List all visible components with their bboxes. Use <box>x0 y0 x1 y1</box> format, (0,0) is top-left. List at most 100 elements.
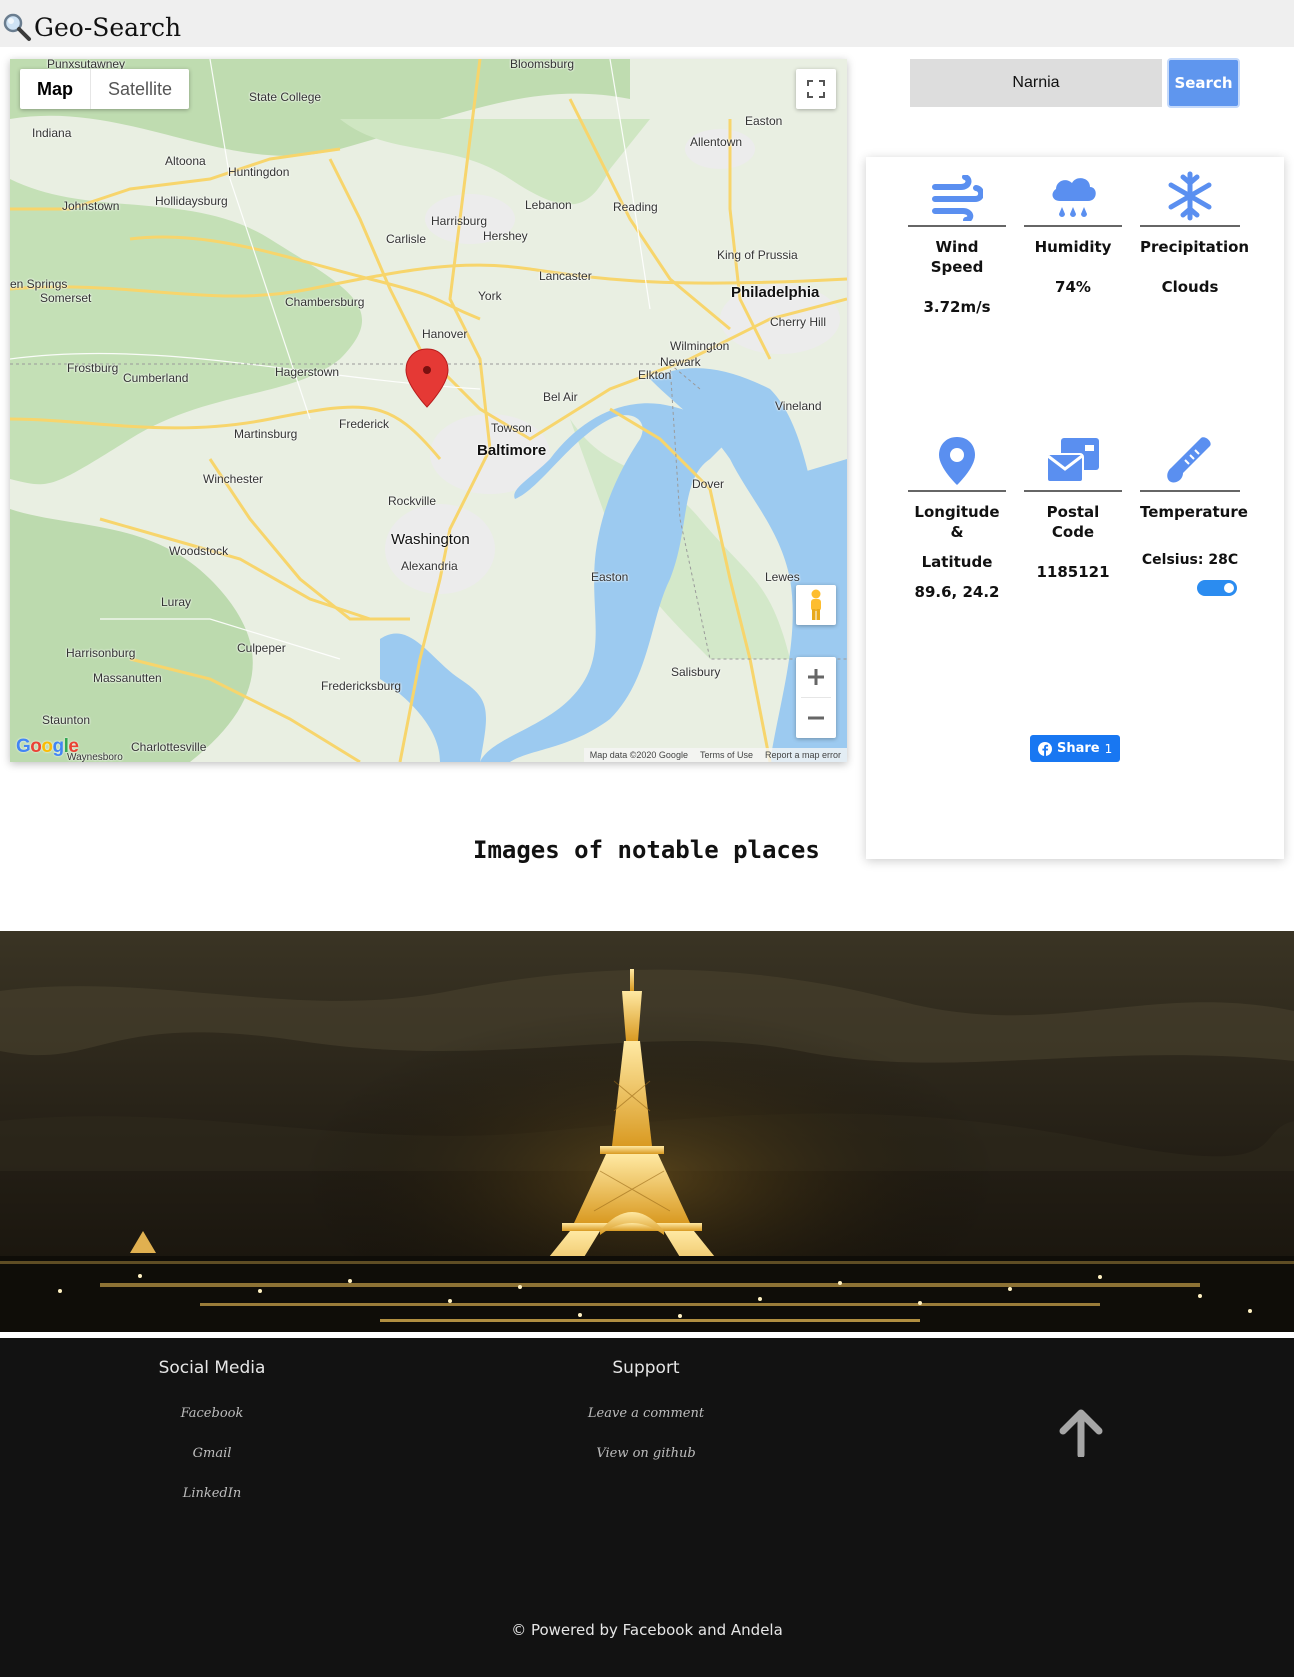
place-label: Huntingdon <box>228 165 290 179</box>
place-label: Luray <box>161 595 192 609</box>
place-label: Charlottesville <box>131 740 207 754</box>
footer-social-column: Social Media Facebook Gmail LinkedIn <box>112 1358 312 1514</box>
zoom-in-button[interactable] <box>796 657 836 697</box>
stat-icon-wrap <box>1024 428 1122 492</box>
place-label: Bel Air <box>543 390 578 404</box>
facebook-icon <box>1038 741 1052 756</box>
place-label: Woodstock <box>169 544 229 558</box>
place-label: Lewes <box>765 570 800 584</box>
place-label: Washington <box>391 531 470 548</box>
place-label: Altoona <box>165 154 206 168</box>
footer: Social Media Facebook Gmail LinkedIn Sup… <box>0 1338 1294 1677</box>
temperature-stat: Temperature Celsius: 28C <box>1140 428 1248 596</box>
map-type-control: Map Satellite <box>20 69 190 109</box>
stat-label: Latitude <box>921 553 993 571</box>
eiffel-tower-photo <box>0 931 1294 1332</box>
place-label: Hanover <box>422 327 468 341</box>
place-label: Cumberland <box>123 371 189 385</box>
precipitation-stat: Precipitation Clouds <box>1140 163 1250 297</box>
place-label: Philadelphia <box>731 284 820 301</box>
place-label: Frostburg <box>67 361 119 375</box>
coordinates-stat: Longitude & Latitude 89.6, 24.2 <box>908 428 1006 602</box>
place-label: Frederick <box>339 417 390 431</box>
weather-card: Wind Speed 3.72m/s Humidity 74% Precipit… <box>866 157 1284 859</box>
place-label: Hollidaysburg <box>155 194 228 208</box>
place-label: Bloomsburg <box>510 59 575 71</box>
footer-link-github[interactable]: View on github <box>546 1434 746 1474</box>
place-label: Elkton <box>638 368 672 382</box>
fullscreen-icon <box>807 80 825 98</box>
footer-link-comment[interactable]: Leave a comment <box>546 1394 746 1434</box>
place-label: Hershey <box>483 229 528 243</box>
stat-value: 74% <box>1055 278 1091 296</box>
mail-icon <box>1046 438 1099 483</box>
zoom-out-button[interactable] <box>796 698 836 738</box>
share-count: 1 <box>1104 741 1113 756</box>
cloud-rain-icon <box>1052 178 1096 217</box>
footer-link-linkedin[interactable]: LinkedIn <box>112 1474 312 1514</box>
place-label: Newark <box>660 355 701 369</box>
place-label: Wilmington <box>670 339 730 353</box>
stat-icon-wrap <box>1140 428 1240 492</box>
place-label: Indiana <box>32 126 72 140</box>
facebook-share-button[interactable]: Share 1 <box>1030 735 1121 762</box>
brand[interactable]: Geo-Search <box>2 10 181 44</box>
app-title: Geo-Search <box>34 12 182 42</box>
place-label: York <box>478 289 502 303</box>
place-label: Massanutten <box>93 671 162 685</box>
stat-label: Temperature <box>1140 503 1248 521</box>
place-label: Fredericksburg <box>321 679 402 693</box>
place-label: en Springs <box>10 277 68 291</box>
stat-label: Humidity <box>1034 238 1112 256</box>
temperature-value: Celsius: 28C <box>1141 552 1239 568</box>
footer-heading: Support <box>612 1358 680 1378</box>
map-tiles[interactable] <box>10 59 847 762</box>
toggle-knob <box>1224 583 1234 593</box>
stat-label: Postal Code <box>1046 503 1100 541</box>
unit-toggle[interactable] <box>1197 580 1237 596</box>
snowflake-icon <box>1168 171 1212 221</box>
search-button[interactable]: Search <box>1167 58 1240 108</box>
fullscreen-button[interactable] <box>796 69 836 109</box>
place-label: King of Prussia <box>717 248 798 262</box>
place-label: Easton <box>745 114 783 128</box>
map-attribution: Map data ©2020 Google Terms of Use Repor… <box>583 748 847 762</box>
report-error-link[interactable]: Report a map error <box>765 750 841 760</box>
map-data-credit: Map data ©2020 Google <box>589 750 688 760</box>
place-label: Baltimore <box>477 442 547 459</box>
footer-support-column: Support Leave a comment View on github <box>546 1358 746 1474</box>
stat-value: Clouds <box>1161 278 1219 296</box>
google-logo: Google <box>16 736 79 757</box>
wind-speed-stat: Wind Speed 3.72m/s <box>908 163 1006 317</box>
map-view[interactable]: Punxsutawney Bloomsburg State College Ea… <box>10 59 847 762</box>
street-view-button[interactable] <box>796 585 836 625</box>
place-label: Johnstown <box>62 199 120 213</box>
place-label: Easton <box>591 570 629 584</box>
place-label: Reading <box>613 200 658 214</box>
stat-icon-wrap <box>908 163 1006 227</box>
place-label: Salisbury <box>671 665 721 679</box>
section-title: Images of notable places <box>473 836 820 864</box>
magnifier-icon <box>3 13 31 41</box>
place-label: Lebanon <box>525 198 572 212</box>
wind-icon <box>932 175 983 221</box>
place-label: Towson <box>491 421 532 435</box>
footer-link-facebook[interactable]: Facebook <box>112 1394 312 1434</box>
back-to-top-button[interactable] <box>1057 1409 1105 1462</box>
stat-label: Precipitation <box>1140 238 1250 256</box>
footer-link-gmail[interactable]: Gmail <box>112 1434 312 1474</box>
terms-link[interactable]: Terms of Use <box>700 750 753 760</box>
plus-icon <box>808 669 824 685</box>
search-input[interactable] <box>910 59 1162 107</box>
map-type-satellite-button[interactable]: Satellite <box>90 69 189 109</box>
map-type-map-button[interactable]: Map <box>20 69 90 109</box>
zoom-control <box>796 657 836 738</box>
place-label: Allentown <box>690 135 743 149</box>
place-label: Alexandria <box>401 559 458 573</box>
place-label: Lancaster <box>539 269 592 283</box>
place-label: Cherry Hill <box>770 315 827 329</box>
place-label: Martinsburg <box>234 427 298 441</box>
arrow-up-icon <box>1059 1409 1103 1459</box>
location-pin-icon <box>939 437 975 485</box>
place-label: Winchester <box>203 472 264 486</box>
